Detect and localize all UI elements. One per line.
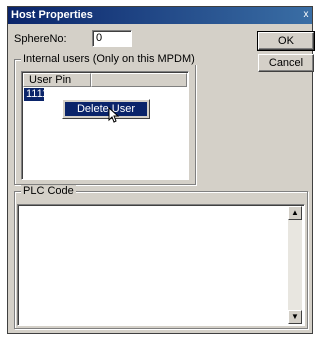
cancel-button[interactable]: Cancel — [258, 54, 314, 72]
title-bar[interactable]: Host Properties x — [8, 7, 312, 24]
users-list[interactable]: User Pin 1111 — [21, 71, 189, 180]
plc-code-group-title: PLC Code — [21, 185, 76, 197]
host-properties-dialog: Host Properties x SphereNo: 0 OK Cancel … — [7, 6, 315, 334]
cursor-icon — [108, 107, 120, 123]
scroll-down-icon[interactable]: ▼ — [288, 310, 302, 324]
sphere-no-label: SphereNo: — [14, 33, 67, 45]
sphere-no-input[interactable]: 0 — [92, 30, 132, 47]
context-menu: Delete User — [62, 99, 150, 119]
scroll-up-icon[interactable]: ▲ — [288, 206, 302, 220]
internal-users-group: Internal users (Only on this MPDM) User … — [14, 53, 197, 185]
column-header-user-pin[interactable]: User Pin — [23, 73, 91, 87]
plc-code-scrollbar[interactable]: ▲ ▼ — [288, 206, 302, 324]
column-header-blank[interactable] — [91, 73, 187, 87]
window-title: Host Properties — [11, 9, 93, 21]
delete-user-menu-item[interactable]: Delete User — [65, 102, 147, 116]
user-row-selected[interactable]: 1111 — [24, 88, 48, 101]
close-icon[interactable]: x — [301, 9, 311, 21]
plc-code-group: PLC Code ▲ ▼ — [14, 185, 308, 329]
ok-button[interactable]: OK — [257, 31, 315, 51]
plc-code-textarea[interactable] — [17, 204, 305, 326]
internal-users-group-title: Internal users (Only on this MPDM) — [21, 53, 197, 65]
